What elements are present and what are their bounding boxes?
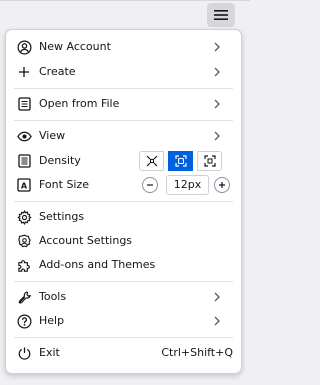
- density-normal-button[interactable]: [168, 151, 193, 171]
- new-account-label: New Account: [39, 40, 111, 53]
- menu-item-settings[interactable]: Settings: [6, 205, 241, 229]
- font-size-value[interactable]: 12px: [166, 175, 209, 195]
- menu-separator: [14, 120, 233, 121]
- menu-item-new-account[interactable]: New Account: [6, 35, 241, 59]
- menu-separator: [14, 281, 233, 282]
- hamburger-icon: [214, 10, 228, 20]
- wrench-icon: [16, 289, 32, 305]
- puzzle-icon: [16, 257, 32, 273]
- toolbar: [0, 0, 250, 30]
- menu-item-exit[interactable]: Exit Ctrl+Shift+Q: [6, 341, 241, 365]
- density-label: Density: [39, 154, 81, 167]
- density-normal-icon: [174, 155, 187, 167]
- font-icon: A: [16, 177, 32, 193]
- menu-separator: [14, 201, 233, 202]
- menu-item-addons-and-themes[interactable]: Add-ons and Themes: [6, 253, 241, 277]
- menu-separator: [14, 88, 233, 89]
- chevron-right-icon: [212, 97, 222, 111]
- font-size-decrease-button[interactable]: [142, 177, 158, 193]
- minus-icon: [147, 184, 153, 186]
- density-touch-icon: [203, 155, 216, 167]
- font-size-increase-button[interactable]: [214, 177, 230, 193]
- chevron-right-icon: [212, 314, 222, 328]
- view-label: View: [39, 129, 66, 142]
- toolbar-border: [0, 0, 250, 1]
- file-icon: [16, 96, 32, 112]
- svg-text:A: A: [21, 182, 28, 191]
- eye-icon: [16, 128, 32, 144]
- menu-item-account-settings[interactable]: Account Settings: [6, 229, 241, 253]
- menu-item-view[interactable]: View: [6, 124, 241, 148]
- open-from-file-label: Open from File: [39, 97, 120, 110]
- menu-item-font-size: A Font Size 12px: [6, 173, 241, 197]
- chevron-right-icon: [212, 129, 222, 143]
- font-size-label: Font Size: [39, 178, 90, 191]
- density-icon: [16, 153, 32, 169]
- menu-item-help[interactable]: Help: [6, 309, 241, 333]
- exit-shortcut: Ctrl+Shift+Q: [161, 346, 233, 359]
- density-compact-icon: [146, 155, 157, 167]
- account-settings-icon: [16, 233, 32, 249]
- settings-label: Settings: [39, 210, 85, 223]
- chevron-right-icon: [212, 40, 222, 54]
- help-label: Help: [39, 314, 65, 327]
- tools-label: Tools: [39, 290, 67, 303]
- account-settings-label: Account Settings: [39, 234, 133, 247]
- menu-item-density: Density: [6, 149, 241, 173]
- menu-separator: [14, 337, 233, 338]
- create-label: Create: [39, 65, 76, 78]
- menu-item-tools[interactable]: Tools: [6, 285, 241, 309]
- plus-icon: [219, 182, 225, 188]
- app-menu-button[interactable]: [207, 3, 235, 27]
- addons-label: Add-ons and Themes: [39, 258, 156, 271]
- gear-icon: [16, 209, 32, 225]
- chevron-right-icon: [212, 65, 222, 79]
- density-compact-button[interactable]: [139, 151, 164, 171]
- account-icon: [16, 39, 32, 55]
- menu-item-create[interactable]: Create: [6, 60, 241, 84]
- plus-icon: [16, 64, 32, 80]
- power-icon: [16, 345, 32, 361]
- exit-label: Exit: [39, 346, 60, 359]
- help-icon: [16, 313, 32, 329]
- app-menu-panel: New Account Create Open from File View D…: [5, 29, 242, 374]
- chevron-right-icon: [212, 290, 222, 304]
- density-touch-button[interactable]: [197, 151, 222, 171]
- menu-item-open-from-file[interactable]: Open from File: [6, 92, 241, 116]
